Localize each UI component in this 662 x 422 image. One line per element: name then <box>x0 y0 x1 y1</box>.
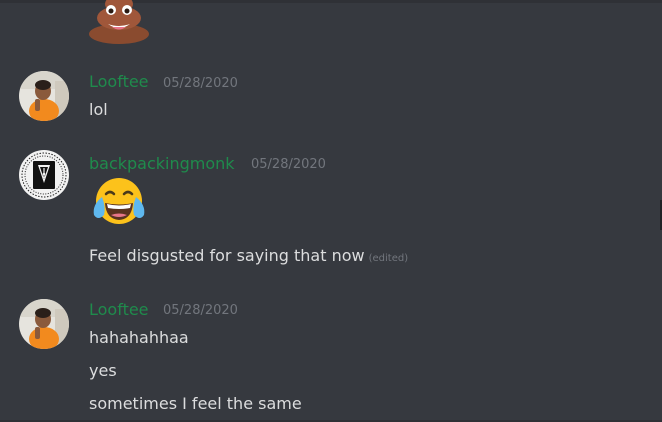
person-photo-avatar-icon <box>19 71 69 121</box>
avatar[interactable] <box>19 71 69 121</box>
username[interactable]: Looftee <box>89 300 149 319</box>
face-with-tears-of-joy-emoji-icon <box>93 178 145 224</box>
message-text: yes <box>89 361 117 380</box>
edited-label: (edited) <box>368 253 409 264</box>
pile-of-poo-emoji-icon <box>89 0 149 44</box>
message-text: hahahahhaa <box>89 328 189 347</box>
message-text: Feel disgusted for saying that now (edite… <box>89 246 408 265</box>
username[interactable]: backpackingmonk <box>89 154 235 173</box>
avatar[interactable] <box>19 299 69 349</box>
message-timestamp: 05/28/2020 <box>163 303 238 318</box>
message-text: sometimes I feel the same <box>89 394 302 413</box>
person-photo-avatar-icon <box>19 299 69 349</box>
username[interactable]: Looftee <box>89 72 149 91</box>
message-timestamp: 05/28/2020 <box>163 76 238 91</box>
message-text-content: Feel disgusted for saying that now <box>89 246 365 265</box>
message-timestamp: 05/28/2020 <box>251 157 326 172</box>
pen-nib-logo-avatar-icon <box>19 150 69 200</box>
avatar[interactable] <box>19 150 69 200</box>
message-text: lol <box>89 100 108 119</box>
